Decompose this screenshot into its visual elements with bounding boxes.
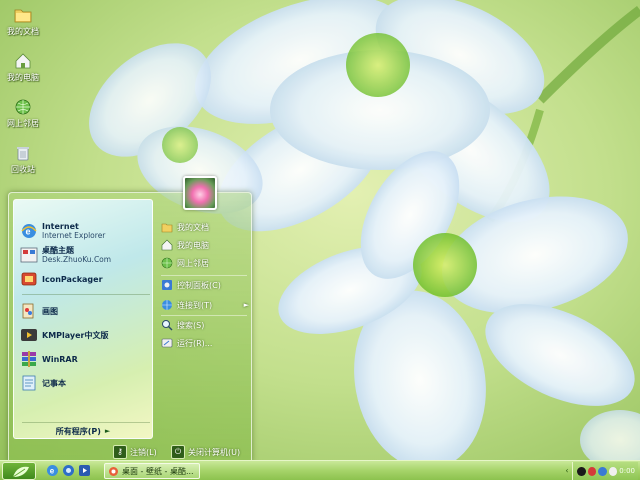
program-name: IconPackager — [42, 274, 103, 284]
place-label: 网上邻居 — [177, 258, 209, 268]
svg-text:e: e — [26, 227, 31, 237]
clock[interactable]: 0:00 — [619, 467, 635, 475]
user-avatar[interactable] — [183, 176, 217, 210]
ie-icon[interactable]: e — [46, 464, 59, 477]
program-name: 画图 — [42, 306, 58, 316]
winrar-icon — [22, 351, 36, 367]
search-icon — [162, 320, 173, 331]
start-menu: e Internet Internet Explorer 桌酷主题 Desk.Z… — [8, 192, 252, 464]
logoff-button[interactable]: ⚷ 注销(L) — [113, 445, 157, 459]
network-icon — [161, 257, 173, 269]
connect-icon — [162, 300, 172, 310]
folder-icon — [14, 9, 32, 23]
computer-icon — [15, 53, 31, 69]
place-control-panel[interactable]: 控制面板(C) — [161, 277, 249, 293]
antivirus-icon[interactable] — [587, 466, 597, 476]
separator — [161, 275, 247, 276]
start-button[interactable] — [2, 462, 36, 480]
svg-text:e: e — [50, 467, 55, 476]
browser-icon — [109, 466, 118, 476]
power-icon: ⏻ — [171, 445, 185, 459]
place-label: 控制面板(C) — [177, 280, 221, 290]
folder-icon — [161, 223, 173, 233]
desktop-icon-network[interactable]: 网上邻居 — [2, 98, 44, 138]
media-player-icon[interactable] — [78, 464, 91, 477]
all-programs-label: 所有程序(P) — [55, 426, 101, 436]
program-winrar[interactable]: WinRAR — [20, 348, 150, 370]
place-label: 我的电脑 — [177, 240, 209, 250]
program-name: KMPlayer中文版 — [42, 330, 109, 340]
key-icon: ⚷ — [113, 445, 127, 459]
program-name: 记事本 — [42, 378, 66, 388]
chevron-right-icon: ► — [243, 301, 249, 309]
program-iconpackager[interactable]: IconPackager — [20, 268, 150, 290]
program-name: Internet — [42, 222, 79, 231]
leaf-icon — [12, 466, 29, 478]
place-label: 搜索(S) — [177, 320, 205, 330]
place-label: 我的文档 — [177, 222, 209, 232]
places-pane: 我的文档 我的电脑 网上邻居 控制面板(C) 连接到(T) ► 搜索(S) 运行… — [157, 215, 249, 435]
place-connect-to[interactable]: 连接到(T) ► — [161, 297, 249, 313]
iconpackager-icon — [21, 272, 37, 286]
program-subtitle: Internet Explorer — [42, 231, 106, 240]
program-kmplayer[interactable]: KMPlayer中文版 — [20, 324, 150, 346]
chevron-right-icon: ► — [104, 427, 111, 435]
desktop-icon-label: 我的文档 — [7, 27, 39, 36]
place-label: 运行(R)... — [177, 338, 213, 348]
kmplayer-icon — [21, 329, 37, 341]
program-notepad[interactable]: 记事本 — [20, 372, 150, 394]
program-internet-explorer[interactable]: e Internet Internet Explorer — [20, 220, 150, 242]
paint-icon — [22, 303, 34, 319]
qq-icon[interactable] — [577, 466, 586, 476]
desktop-icon-my-computer[interactable]: 我的电脑 — [2, 52, 44, 92]
separator — [22, 294, 150, 295]
recycle-bin-icon — [17, 147, 29, 161]
separator — [161, 315, 247, 316]
show-desktop-icon[interactable] — [62, 464, 75, 477]
notepad-icon — [22, 375, 36, 391]
pinned-programs-pane: e Internet Internet Explorer 桌酷主题 Desk.Z… — [13, 199, 153, 439]
network-icon — [15, 99, 31, 115]
program-name: WinRAR — [42, 354, 78, 364]
desktop-icon-label: 网上邻居 — [7, 119, 39, 128]
desktop-icon-label: 回收站 — [11, 165, 35, 174]
place-run[interactable]: 运行(R)... — [161, 335, 249, 351]
shutdown-label: 关闭计算机(U) — [188, 447, 241, 457]
taskbar-window-title: 桌面 - 壁纸 - 桌酷... — [122, 466, 194, 476]
place-label: 连接到(T) — [177, 300, 213, 310]
network-tray-icon[interactable] — [598, 466, 607, 476]
volume-icon[interactable] — [608, 466, 618, 476]
desktop-icon-label: 我的电脑 — [7, 73, 39, 82]
place-my-computer[interactable]: 我的电脑 — [161, 237, 249, 253]
chevron-left-icon[interactable]: ‹ — [562, 465, 572, 477]
desktop-icon-recycle-bin[interactable]: 回收站 — [2, 144, 44, 184]
desktop-icon-my-documents[interactable]: 我的文档 — [2, 6, 44, 46]
computer-icon — [161, 239, 173, 251]
place-search[interactable]: 搜索(S) — [161, 317, 249, 333]
place-my-documents[interactable]: 我的文档 — [161, 219, 249, 235]
control-panel-icon — [162, 280, 172, 290]
zhuoku-icon — [20, 247, 38, 263]
shutdown-button[interactable]: ⏻ 关闭计算机(U) — [171, 445, 240, 459]
run-icon — [161, 338, 173, 348]
taskbar-window-button[interactable]: 桌面 - 壁纸 - 桌酷... — [104, 463, 200, 479]
program-name: 桌酷主题 — [42, 246, 74, 255]
taskbar: e 桌面 - 壁纸 - 桌酷... ‹ 0:00 — [0, 460, 640, 480]
place-network[interactable]: 网上邻居 — [161, 255, 249, 271]
program-paint[interactable]: 画图 — [20, 300, 150, 322]
ie-icon: e — [21, 224, 37, 238]
logoff-label: 注销(L) — [130, 447, 157, 457]
all-programs-button[interactable]: 所有程序(P) ► — [13, 423, 153, 439]
program-subtitle: Desk.ZhuoKu.Com — [42, 255, 112, 264]
system-tray: 0:00 — [572, 462, 638, 480]
program-zhuoku[interactable]: 桌酷主题 Desk.ZhuoKu.Com — [20, 244, 150, 266]
